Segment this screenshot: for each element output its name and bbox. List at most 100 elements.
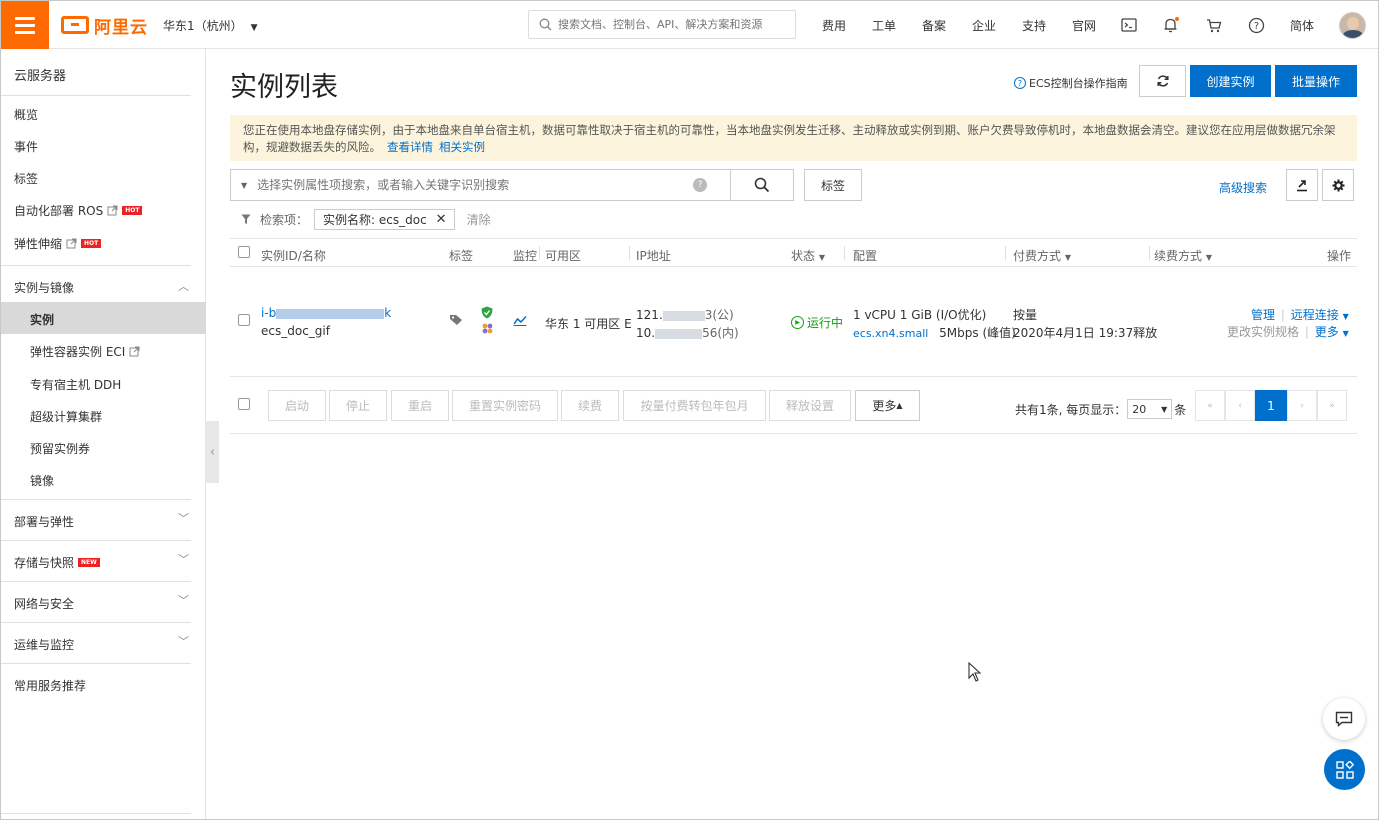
start-button[interactable]: 启动 — [268, 390, 326, 421]
sidebar-group-deployment[interactable]: 部署与弹性 — [14, 513, 74, 530]
column-header-tag: 标签 — [449, 249, 474, 263]
export-button[interactable] — [1286, 169, 1318, 201]
batch-operation-button[interactable]: 批量操作 — [1275, 65, 1357, 97]
nav-link-tickets[interactable]: 工单 — [859, 17, 909, 34]
extension-icon[interactable] — [481, 322, 494, 335]
refresh-button[interactable] — [1139, 65, 1186, 97]
renew-button[interactable]: 续费 — [561, 390, 619, 421]
remote-connect-link[interactable]: 远程连接 ▼ — [1291, 308, 1349, 322]
chevron-down-icon[interactable]: ﹀ — [178, 592, 189, 608]
manage-link[interactable]: 管理 — [1251, 308, 1275, 322]
stop-button[interactable]: 停止 — [329, 390, 387, 421]
tag-filter-button[interactable]: 标签 — [804, 169, 862, 201]
app-launcher-button[interactable] — [1324, 749, 1365, 790]
sidebar-item-ddh[interactable]: 专有宿主机 DDH — [30, 376, 121, 393]
nav-link-website[interactable]: 官网 — [1059, 17, 1109, 34]
global-search[interactable] — [528, 10, 796, 39]
tag-icon[interactable] — [449, 314, 463, 326]
release-settings-button[interactable]: 释放设置 — [769, 390, 851, 421]
more-actions-link[interactable]: 更多 ▼ — [1315, 325, 1349, 339]
prev-page-button[interactable]: ‹ — [1225, 390, 1255, 421]
language-switch[interactable]: 简体 — [1290, 17, 1314, 34]
close-icon[interactable]: ✕ — [436, 212, 447, 227]
sidebar-group-ops[interactable]: 运维与监控 — [14, 636, 74, 653]
region-selector[interactable]: 华东1（杭州） ▼ — [163, 17, 258, 34]
column-header-renew[interactable]: 续费方式 ▼ — [1154, 247, 1212, 264]
row-checkbox[interactable] — [238, 314, 250, 326]
divider — [1, 663, 191, 664]
caret-down-icon: ▼ — [1342, 312, 1349, 321]
hamburger-menu-button[interactable] — [1, 1, 49, 49]
user-avatar[interactable] — [1339, 12, 1366, 39]
reset-password-button[interactable]: 重置实例密码 — [452, 390, 558, 421]
sidebar-group-network[interactable]: 网络与安全 — [14, 595, 74, 612]
chevron-down-icon[interactable]: ﹀ — [178, 551, 189, 567]
sidebar-item-tags[interactable]: 标签 — [14, 170, 38, 187]
sidebar-item-reserved[interactable]: 预留实例券 — [30, 440, 90, 457]
monitor-chart-icon[interactable] — [513, 315, 527, 326]
more-button[interactable]: 更多 ▲ — [855, 390, 920, 421]
create-instance-button[interactable]: 创建实例 — [1190, 65, 1271, 97]
advanced-search-link[interactable]: 高级搜索 — [1219, 179, 1267, 196]
help-icon[interactable]: ? — [693, 178, 708, 192]
svg-text:?: ? — [1253, 21, 1258, 32]
convert-billing-button[interactable]: 按量付费转包年包月 — [623, 390, 766, 421]
chevron-up-icon[interactable]: ︿ — [178, 278, 189, 294]
page-button-current[interactable]: 1 — [1255, 390, 1287, 421]
instance-type-link[interactable]: ecs.xn4.small — [853, 327, 928, 340]
row-actions-primary: 管理 | 远程连接 ▼ — [1251, 306, 1349, 323]
chat-button[interactable] — [1323, 698, 1365, 740]
divider — [1, 540, 191, 541]
nav-link-enterprise[interactable]: 企业 — [959, 17, 1009, 34]
footer-select-all-checkbox[interactable] — [238, 398, 250, 410]
sidebar-item-autoscaling[interactable]: 弹性伸缩 HOT — [14, 235, 102, 252]
notice-related-link[interactable]: 相关实例 — [439, 140, 485, 154]
nav-link-billing[interactable]: 费用 — [809, 17, 859, 34]
sidebar-item-events[interactable]: 事件 — [14, 138, 38, 155]
next-page-button[interactable]: › — [1287, 390, 1317, 421]
last-page-button[interactable]: » — [1317, 390, 1347, 421]
instance-id-link[interactable]: i-b k — [261, 306, 391, 320]
sidebar-group-storage[interactable]: 存储与快照 NEW — [14, 554, 100, 571]
sidebar-item-eci[interactable]: 弹性容器实例 ECI — [30, 343, 140, 360]
settings-button[interactable] — [1322, 169, 1354, 201]
instance-filter[interactable]: ▼ ? — [230, 169, 731, 201]
column-header-id[interactable]: 实例ID/名称 — [261, 247, 326, 264]
help-icon[interactable]: ? — [1246, 15, 1266, 35]
nav-link-support[interactable]: 支持 — [1009, 17, 1059, 34]
console-guide-link[interactable]: ? ECS控制台操作指南 — [1014, 75, 1128, 91]
security-shield-icon[interactable] — [481, 306, 493, 319]
page-size-select[interactable]: 20 ▼ — [1127, 399, 1173, 419]
global-search-input[interactable] — [558, 18, 788, 31]
chevron-down-icon[interactable]: ﹀ — [178, 633, 189, 649]
sidebar-item-overview[interactable]: 概览 — [14, 106, 38, 123]
restart-button[interactable]: 重启 — [391, 390, 449, 421]
instance-filter-input[interactable] — [257, 178, 688, 192]
terminal-icon[interactable] — [1119, 15, 1139, 35]
column-header-billing[interactable]: 付费方式 ▼ — [1013, 247, 1071, 264]
select-all-checkbox[interactable] — [238, 246, 250, 258]
divider — [1, 622, 191, 623]
sidebar-item-instances[interactable]: 实例 — [30, 311, 54, 328]
column-header-label: 续费方式 — [1154, 249, 1203, 263]
first-page-button[interactable]: « — [1195, 390, 1225, 421]
logo-text: 阿里云 — [94, 17, 148, 38]
nav-link-icp[interactable]: 备案 — [909, 17, 959, 34]
notice-details-link[interactable]: 查看详情 — [387, 140, 433, 154]
sidebar-collapse-toggle[interactable]: ‹ — [206, 421, 219, 483]
cart-icon[interactable] — [1204, 15, 1224, 35]
sidebar-item-ros[interactable]: 自动化部署 ROS HOT — [14, 202, 143, 219]
sidebar-recommended-services[interactable]: 常用服务推荐 — [14, 677, 86, 694]
search-button[interactable] — [731, 169, 794, 201]
column-header-status[interactable]: 状态 ▼ — [791, 247, 825, 264]
caret-down-icon[interactable]: ▼ — [241, 181, 247, 190]
chevron-down-icon[interactable]: ﹀ — [178, 510, 189, 526]
bell-icon[interactable] — [1161, 15, 1181, 35]
sidebar-group-instances[interactable]: 实例与镜像 — [14, 279, 74, 296]
sidebar-item-scc[interactable]: 超级计算集群 — [30, 408, 102, 425]
aliyun-logo[interactable]: 阿里云 — [61, 14, 148, 38]
status-badge: ▶ 运行中 — [791, 314, 843, 331]
clear-criteria-link[interactable]: 清除 — [467, 211, 491, 228]
change-spec-link[interactable]: 更改实例规格 — [1227, 325, 1299, 339]
sidebar-item-images[interactable]: 镜像 — [30, 472, 54, 489]
